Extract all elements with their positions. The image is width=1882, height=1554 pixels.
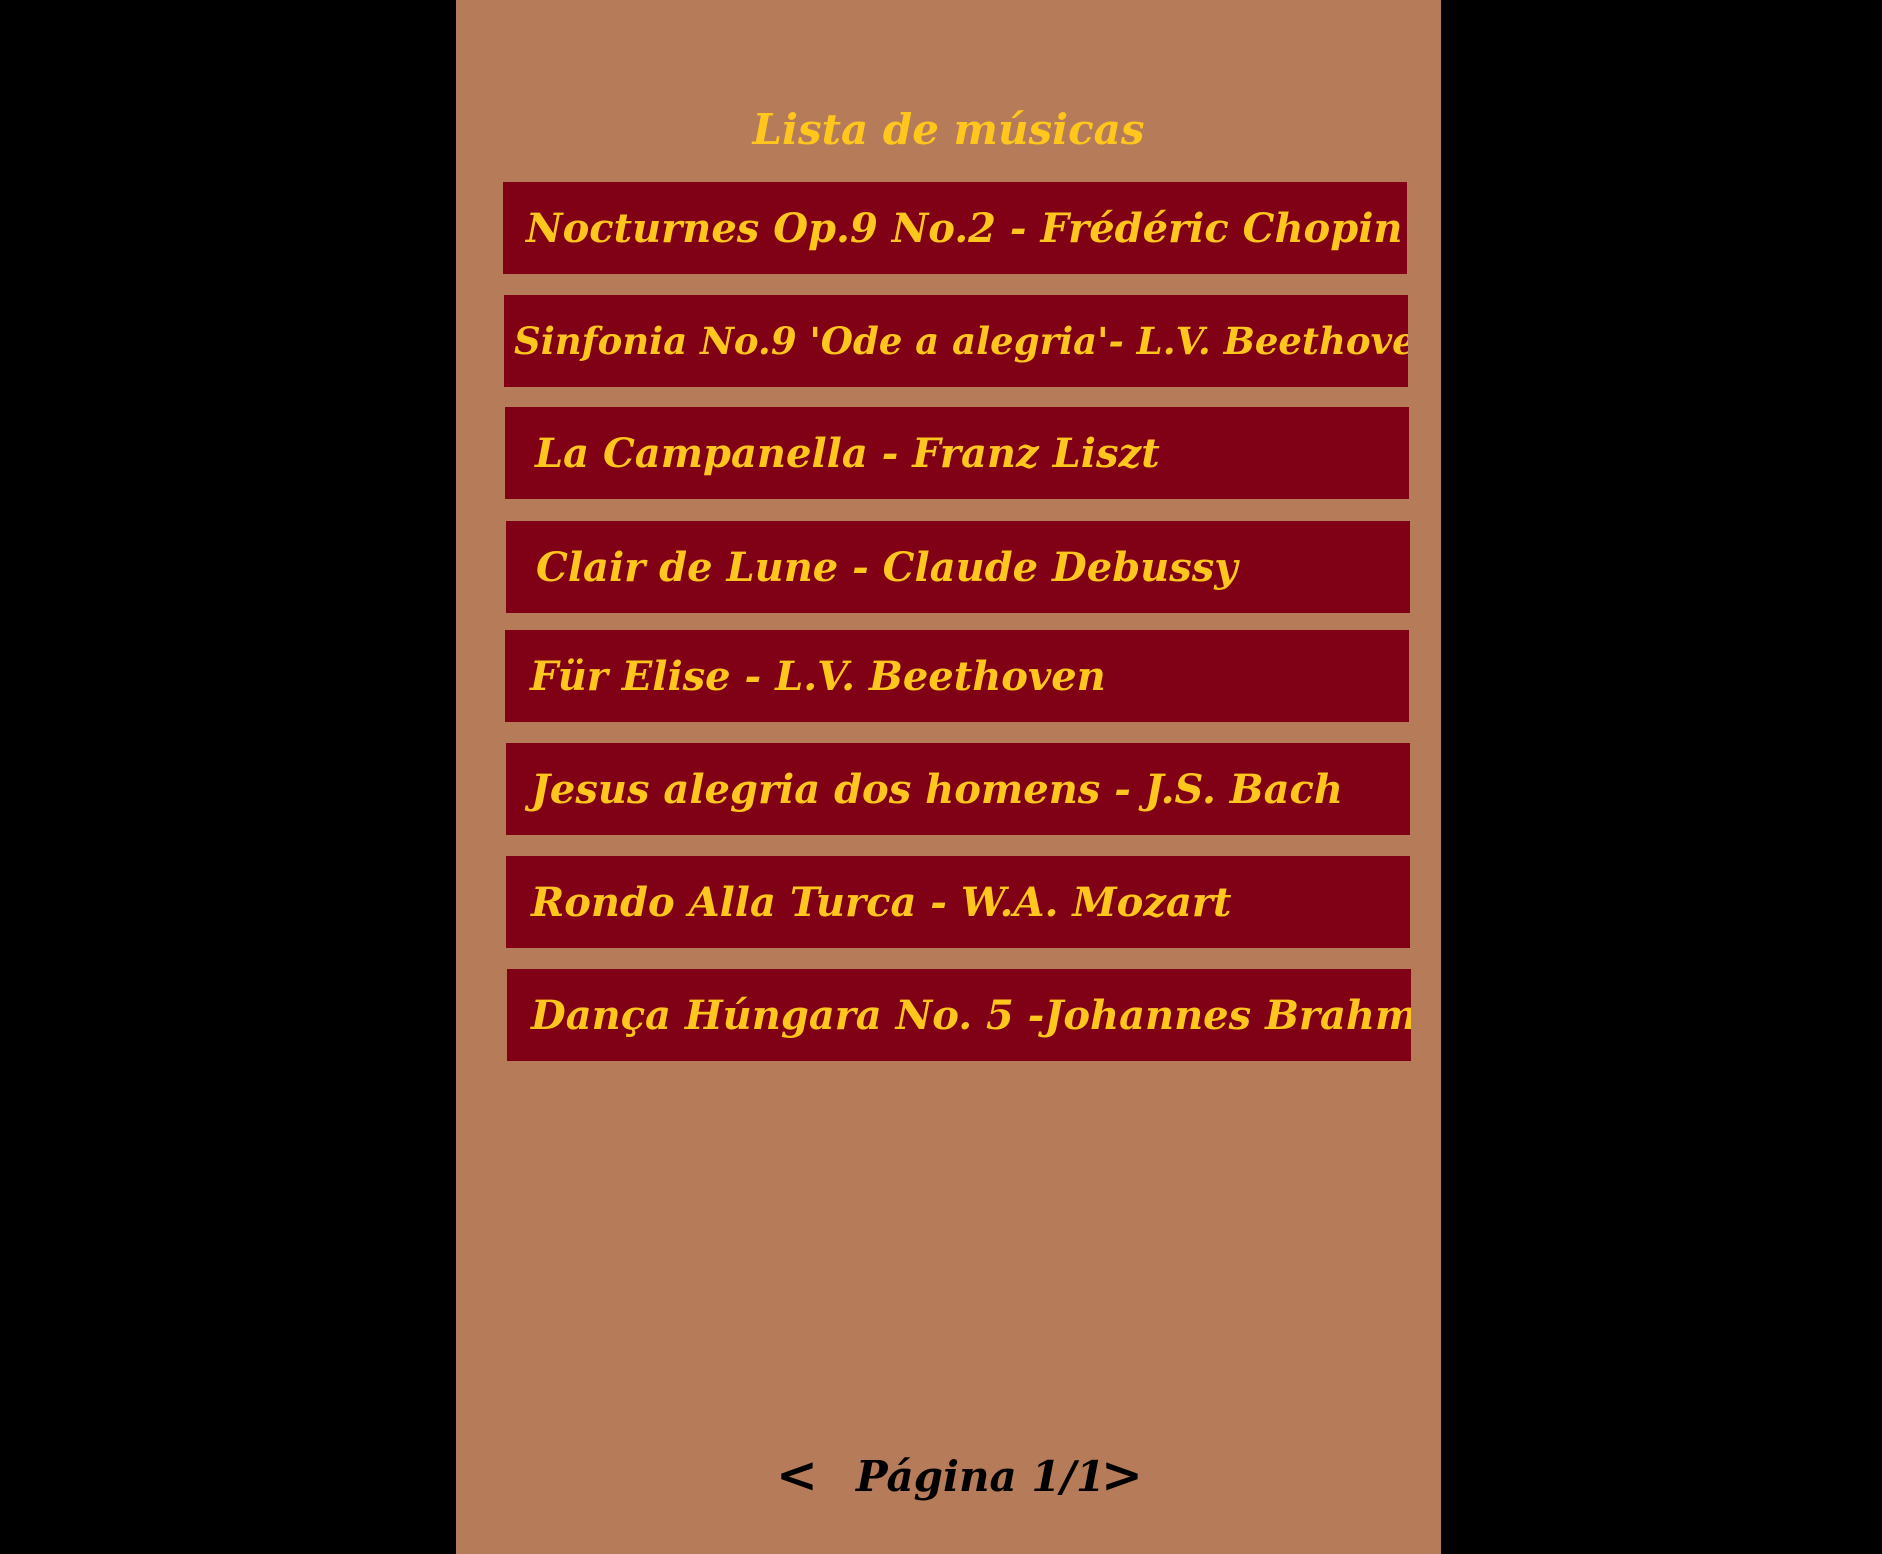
song-title: Jesus alegria dos homens - J.S. Bach	[531, 765, 1343, 813]
song-title: Für Elise - L.V. Beethoven	[530, 652, 1106, 700]
song-item-2[interactable]: Sinfonia No.9 'Ode a alegria'- L.V. Beet…	[504, 295, 1408, 387]
song-item-4[interactable]: Clair de Lune - Claude Debussy	[506, 521, 1410, 613]
screen: Lista de músicas Nocturnes Op.9 No.2 - F…	[0, 0, 1882, 1554]
song-item-5[interactable]: Für Elise - L.V. Beethoven	[505, 630, 1409, 722]
pagination: < Página 1/1 >	[456, 1445, 1441, 1505]
song-item-8[interactable]: Dança Húngara No. 5 -Johannes Brahms	[507, 969, 1411, 1061]
song-item-7[interactable]: Rondo Alla Turca - W.A. Mozart	[506, 856, 1410, 948]
music-list-panel: Lista de músicas Nocturnes Op.9 No.2 - F…	[456, 0, 1441, 1554]
song-title: Clair de Lune - Claude Debussy	[536, 543, 1238, 591]
page-indicator: Página 1/1	[856, 1452, 1106, 1501]
song-title: Dança Húngara No. 5 -Johannes Brahms	[531, 991, 1411, 1039]
song-title: Nocturnes Op.9 No.2 - Frédéric Chopin	[526, 204, 1403, 252]
next-page-button[interactable]: >	[1101, 1445, 1143, 1505]
song-item-6[interactable]: Jesus alegria dos homens - J.S. Bach	[506, 743, 1410, 835]
previous-page-button[interactable]: <	[776, 1445, 818, 1505]
page-title: Lista de músicas	[752, 105, 1145, 154]
song-item-1[interactable]: Nocturnes Op.9 No.2 - Frédéric Chopin	[503, 182, 1407, 274]
song-item-3[interactable]: La Campanella - Franz Liszt	[505, 407, 1409, 499]
song-title: Rondo Alla Turca - W.A. Mozart	[531, 878, 1232, 926]
song-title: La Campanella - Franz Liszt	[535, 429, 1160, 477]
song-title: Sinfonia No.9 'Ode a alegria'- L.V. Beet…	[514, 319, 1408, 363]
